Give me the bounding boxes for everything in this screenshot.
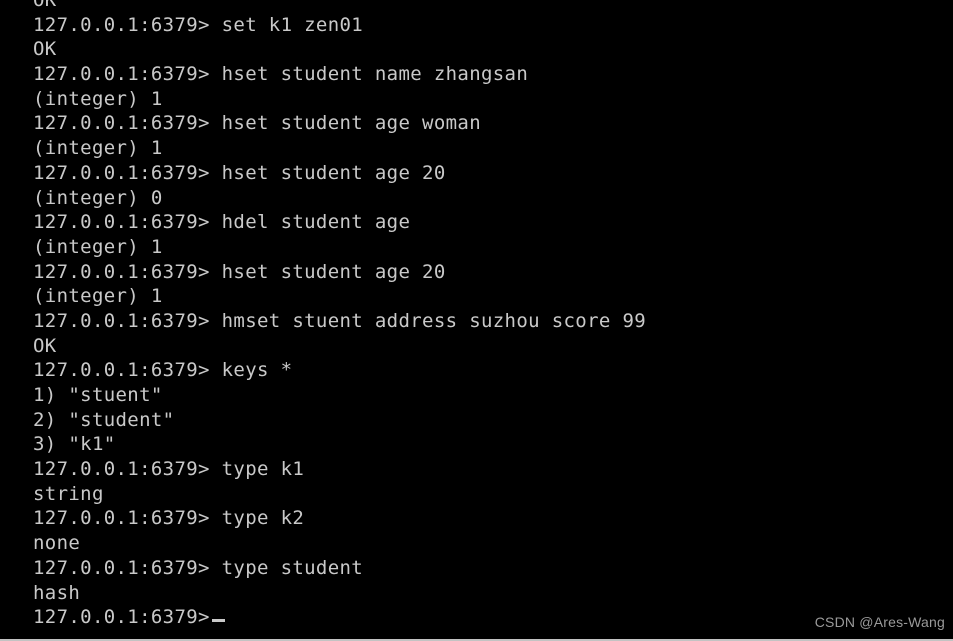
terminal-command-line: 127.0.0.1:6379> type k1 — [33, 458, 305, 481]
terminal-output-line: (integer) 1 — [33, 137, 163, 160]
terminal-command-line: 127.0.0.1:6379> set k1 zen01 — [33, 13, 364, 36]
terminal-command-line: 127.0.0.1:6379> hset student age woman — [33, 112, 481, 135]
terminal-output-line: OK — [33, 334, 57, 357]
terminal-command-line: 127.0.0.1:6379> hset student age 20 — [33, 161, 446, 184]
terminal-output-line: none — [33, 532, 81, 555]
terminal-output-log: OK 127.0.0.1:6379> set k1 zen01 OK 127.0.0.… — [33, 0, 943, 630]
terminal-output-line: (integer) 1 — [33, 87, 163, 110]
terminal-output-line: 3) "k1" — [33, 433, 116, 456]
terminal-output-line: 1) "stuent" — [33, 384, 163, 406]
terminal-output-line: string — [33, 482, 104, 505]
terminal-screen[interactable]: OK 127.0.0.1:6379> set k1 zen01 OK 127.0.0.… — [0, 0, 953, 639]
terminal-command-line: 127.0.0.1:6379> hdel student age — [33, 211, 411, 234]
terminal-output-line: OK — [33, 38, 57, 61]
terminal-command-line: 127.0.0.1:6379> keys * — [33, 359, 293, 382]
terminal-command-line: 127.0.0.1:6379> type student — [33, 556, 364, 579]
terminal-cursor — [211, 619, 225, 623]
terminal-command-line: 127.0.0.1:6379> hset student age 20 — [33, 260, 446, 283]
terminal-prompt: 127.0.0.1:6379> — [33, 606, 210, 629]
terminal-command-line: 127.0.0.1:6379> type k2 — [33, 507, 305, 530]
terminal-command-line: 127.0.0.1:6379> hset student name zhangs… — [33, 63, 529, 86]
terminal-output-line: hash — [33, 581, 81, 604]
terminal-output-line: 2) "student" — [33, 408, 175, 431]
terminal-output-line: (integer) 1 — [33, 285, 163, 308]
terminal-output-line: OK — [33, 0, 57, 11]
terminal-active-prompt-line[interactable]: 127.0.0.1:6379> — [33, 605, 943, 630]
terminal-command-line: 127.0.0.1:6379> hmset stuent address suz… — [33, 309, 647, 332]
terminal-output-line: (integer) 1 — [33, 235, 163, 258]
terminal-output-line: (integer) 0 — [33, 186, 163, 209]
terminal-window: OK 127.0.0.1:6379> set k1 zen01 OK 127.0.0.… — [0, 0, 953, 641]
csdn-watermark: CSDN @Ares-Wang — [814, 614, 945, 630]
